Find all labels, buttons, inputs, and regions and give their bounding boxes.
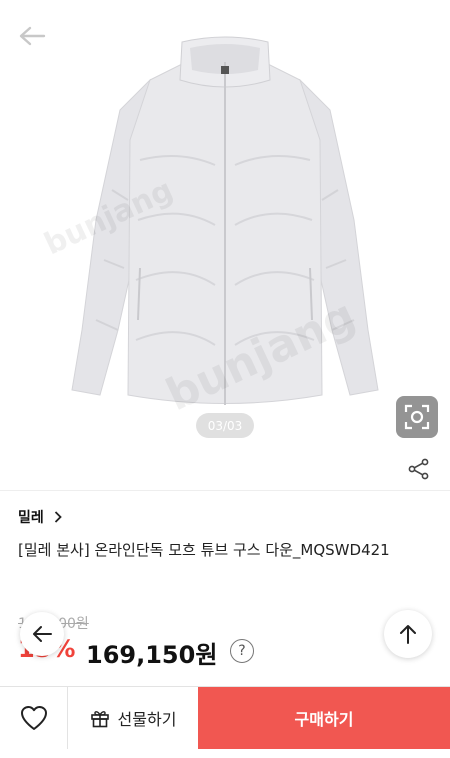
sale-price: 169,150원: [86, 641, 218, 669]
gift-button[interactable]: 선물하기: [68, 687, 198, 749]
brand-link[interactable]: 밀레: [18, 507, 62, 527]
product-image-gallery[interactable]: bunjang bunjang 03/03: [0, 0, 450, 488]
floating-back-button[interactable]: [20, 612, 64, 656]
lens-search-icon: [404, 404, 430, 430]
like-button[interactable]: [0, 687, 68, 749]
heart-icon: [20, 706, 47, 730]
buy-button[interactable]: 구매하기: [198, 687, 450, 749]
brand-name: 밀레: [18, 510, 44, 526]
share-button[interactable]: [404, 454, 434, 484]
product-title: [밀레 본사] 온라인단독 모흐 튜브 구스 다운_MQSWD421: [18, 541, 390, 559]
image-counter: 03/03: [196, 413, 254, 438]
bottom-action-bar: 선물하기 구매하기: [0, 686, 450, 749]
gift-icon: [90, 711, 109, 728]
share-icon: [408, 458, 429, 480]
info-icon[interactable]: ?: [230, 639, 254, 663]
price-section: 199,000원 15% 169,150원 ?: [18, 613, 438, 683]
back-arrow-icon: [33, 626, 52, 642]
divider: [0, 490, 450, 491]
back-arrow-icon: [19, 26, 46, 46]
arrow-up-icon: [400, 625, 416, 644]
scroll-top-button[interactable]: [384, 610, 432, 658]
buy-label: 구매하기: [294, 710, 354, 729]
gift-label: 선물하기: [117, 710, 177, 729]
chevron-right-icon: [54, 511, 62, 523]
back-button[interactable]: [14, 18, 50, 54]
image-search-button[interactable]: [396, 396, 438, 438]
